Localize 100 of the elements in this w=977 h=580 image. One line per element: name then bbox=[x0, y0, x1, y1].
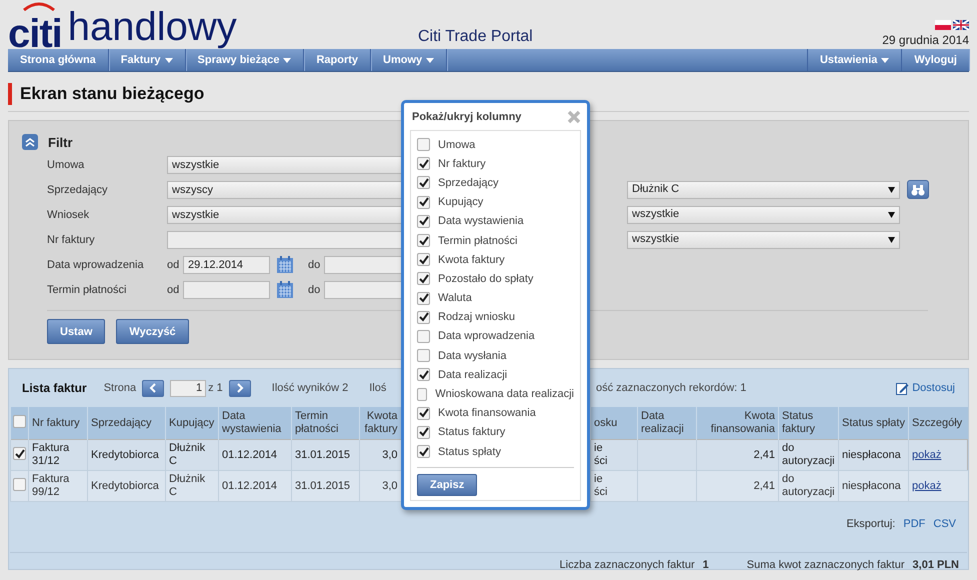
from-label: od bbox=[167, 284, 180, 296]
logo-brand: citi bbox=[8, 19, 62, 49]
field-label: Umowa bbox=[47, 158, 86, 170]
column-header: Termin płatności bbox=[292, 407, 360, 440]
nav-item[interactable]: Umowy bbox=[371, 49, 448, 71]
checkbox[interactable] bbox=[417, 406, 430, 420]
date-field[interactable] bbox=[183, 280, 270, 298]
checkbox[interactable] bbox=[417, 388, 428, 401]
checkbox[interactable] bbox=[417, 445, 430, 458]
option-label: Nr faktury bbox=[438, 158, 486, 170]
column-header: Data wystawienia bbox=[218, 407, 292, 440]
table-cell: do autoryzacji bbox=[782, 473, 835, 498]
dropdown-arrow-icon bbox=[888, 212, 895, 218]
export-link[interactable]: PDF bbox=[903, 518, 926, 544]
table-cell: ie ści bbox=[594, 442, 608, 467]
next-page-button[interactable] bbox=[228, 380, 251, 396]
table-cell: 01.12.2014 bbox=[222, 480, 278, 492]
binoculars-icon bbox=[911, 184, 925, 196]
flag-icon[interactable] bbox=[953, 20, 969, 30]
caret-icon bbox=[426, 58, 434, 62]
calendar-icon[interactable] bbox=[276, 256, 294, 274]
page-label: Strona bbox=[104, 382, 136, 394]
table-cell: 2,41 bbox=[754, 448, 775, 460]
from-label: od bbox=[167, 258, 180, 270]
checkbox[interactable] bbox=[13, 478, 26, 490]
date-field[interactable]: 29.12.2014 bbox=[183, 256, 270, 274]
checkbox[interactable] bbox=[417, 272, 430, 286]
nav-item[interactable]: Sprawy bieżące bbox=[186, 49, 304, 71]
dropdown-arrow-icon bbox=[888, 186, 895, 192]
table-cell: 3,0 bbox=[382, 480, 398, 492]
select-field[interactable]: wszystkie bbox=[627, 206, 900, 224]
collapse-icon[interactable] bbox=[22, 134, 38, 150]
checkbox[interactable] bbox=[417, 292, 430, 305]
nav-item[interactable]: Raporty bbox=[304, 49, 372, 71]
checkbox[interactable] bbox=[417, 176, 430, 190]
logo-name: handlowy bbox=[68, 5, 237, 49]
field-label: Wniosek bbox=[47, 208, 90, 220]
option-label: Kwota finansowania bbox=[438, 407, 536, 420]
to-label: do bbox=[308, 258, 322, 270]
checkbox[interactable] bbox=[13, 414, 26, 428]
filter-button[interactable]: Wyczyść bbox=[116, 319, 189, 344]
checkbox[interactable] bbox=[417, 426, 430, 439]
option-label: Data wprowadzenia bbox=[438, 330, 535, 342]
details-link[interactable]: pokaż bbox=[912, 448, 942, 460]
summary-label: Liczba zaznaczonych faktur bbox=[560, 558, 695, 570]
selected-count-text: ość zaznaczonych rekordów: 1 bbox=[596, 382, 748, 394]
column-header: Kupujący bbox=[166, 407, 218, 440]
selected-count-text: Iloś bbox=[369, 382, 386, 394]
dropdown-arrow-icon bbox=[888, 236, 895, 242]
table-cell: Kredytobiorca bbox=[91, 480, 159, 492]
column-header: osku bbox=[590, 407, 638, 440]
list-title: Lista faktur bbox=[22, 381, 87, 395]
nav-item[interactable]: Faktury bbox=[108, 49, 186, 71]
checkbox[interactable] bbox=[417, 310, 430, 324]
column-header: Nr faktury bbox=[28, 407, 88, 440]
checkbox[interactable] bbox=[417, 349, 430, 362]
checkbox[interactable] bbox=[417, 138, 430, 152]
checkbox[interactable] bbox=[13, 447, 26, 460]
save-button[interactable]: Zapisz bbox=[417, 474, 478, 496]
edit-icon bbox=[896, 382, 910, 394]
checkbox[interactable] bbox=[417, 214, 430, 228]
field-label: Sprzedający bbox=[47, 184, 109, 196]
page-input[interactable]: 1 bbox=[170, 380, 206, 396]
select-field[interactable]: Dłużnik C bbox=[627, 180, 900, 198]
dialog-title: Pokaż/ukryj kolumny bbox=[412, 110, 522, 122]
nav-item[interactable]: Wyloguj bbox=[901, 49, 969, 71]
nav-item[interactable]: Ustawienia bbox=[806, 49, 902, 71]
previous-page-button[interactable] bbox=[142, 380, 164, 396]
checkbox[interactable] bbox=[417, 330, 430, 343]
option-label: Data wystawienia bbox=[438, 215, 524, 228]
select-field[interactable]: wszystkie bbox=[627, 230, 900, 248]
table-cell: Dłużnik C bbox=[169, 442, 206, 467]
chevron-right-icon bbox=[236, 383, 244, 393]
table-cell: 01.12.2014 bbox=[222, 448, 278, 460]
option-label: Rodzaj wniosku bbox=[438, 311, 516, 324]
field-label: Data wprowadzenia bbox=[47, 258, 145, 270]
customize-link[interactable]: Dostosuj bbox=[896, 382, 955, 394]
nav-item[interactable]: Strona główna bbox=[8, 49, 109, 71]
table-cell: niespłacona bbox=[842, 448, 901, 460]
column-header: Kwota faktury bbox=[360, 407, 400, 440]
checkbox[interactable] bbox=[417, 196, 430, 209]
checkbox[interactable] bbox=[417, 368, 430, 382]
checkbox[interactable] bbox=[417, 157, 430, 170]
search-button[interactable] bbox=[907, 180, 929, 199]
column-header: Szczegóły bbox=[908, 407, 968, 440]
checkbox[interactable] bbox=[417, 234, 430, 248]
table-cell: 31.01.2015 bbox=[295, 448, 350, 460]
filter-button[interactable]: Ustaw bbox=[47, 319, 106, 344]
option-label: Data wysłania bbox=[438, 350, 506, 362]
option-label: Umowa bbox=[438, 138, 476, 151]
option-label: Kwota faktury bbox=[438, 254, 505, 266]
option-label: Wnioskowana data realizacji bbox=[435, 388, 574, 400]
column-header: Sprzedający bbox=[88, 407, 166, 440]
checkbox[interactable] bbox=[417, 253, 430, 266]
column-header: Data realizacji bbox=[638, 407, 696, 440]
details-link[interactable]: pokaż bbox=[912, 480, 942, 492]
export-link[interactable]: CSV bbox=[933, 518, 956, 544]
calendar-icon[interactable] bbox=[276, 280, 294, 298]
column-header: Status faktury bbox=[778, 407, 838, 440]
flag-icon[interactable] bbox=[935, 20, 951, 30]
